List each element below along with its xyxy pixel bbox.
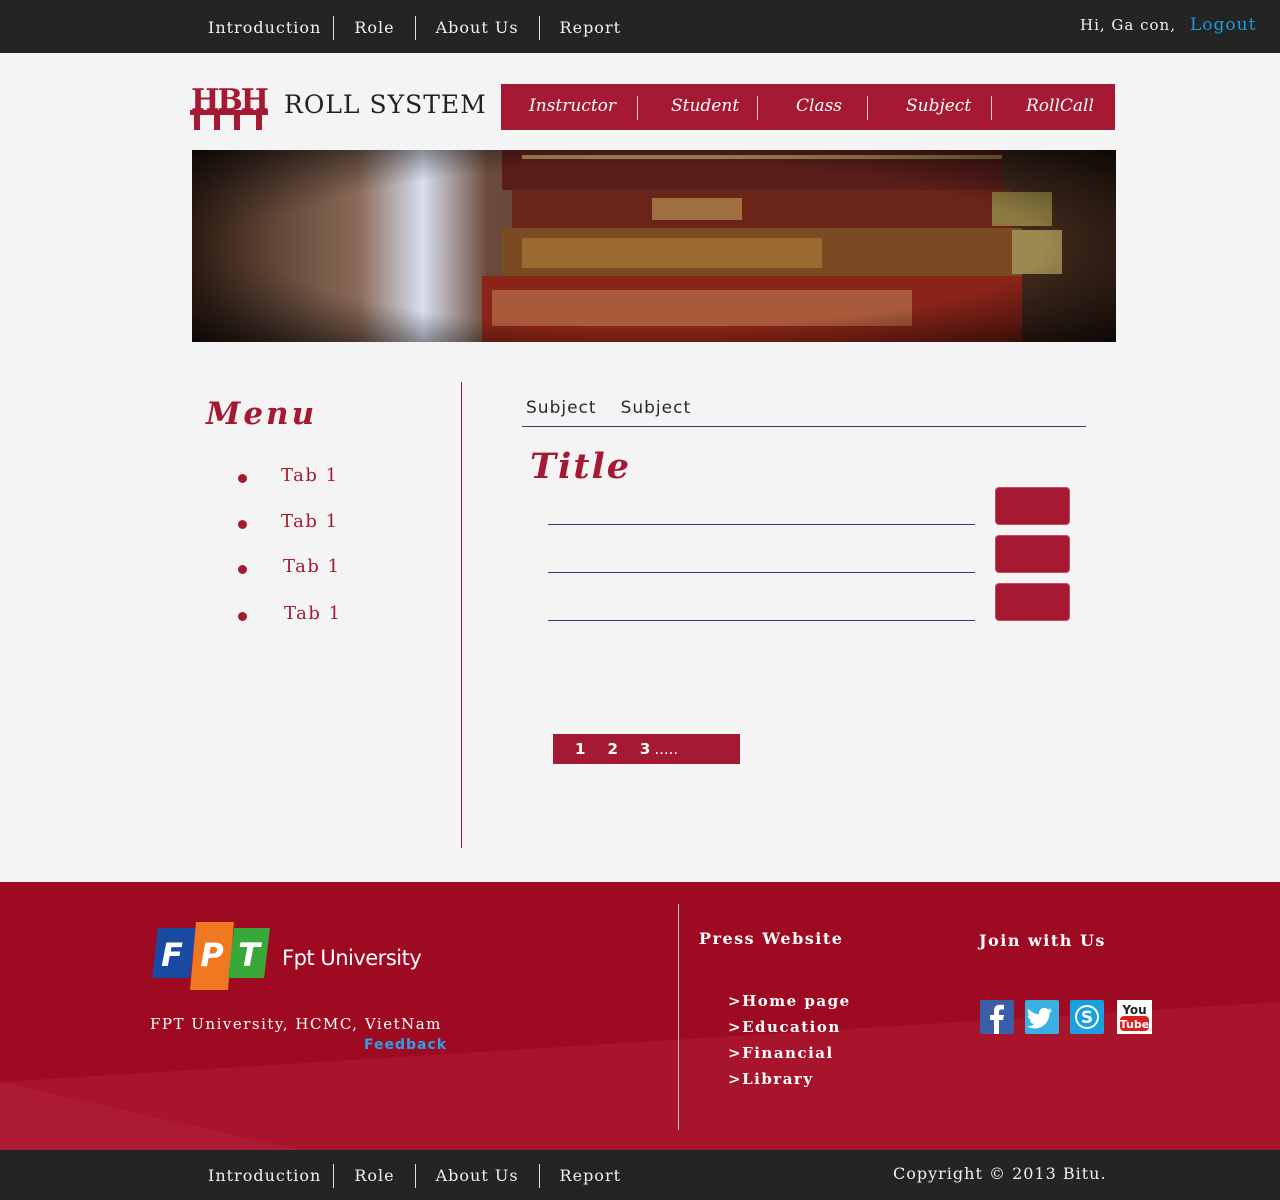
press-link-library[interactable]: >Library bbox=[728, 1070, 814, 1088]
nav-separator bbox=[637, 96, 638, 120]
bottom-nav-report[interactable]: Report bbox=[538, 1164, 641, 1188]
sidebar-item-label: Tab 1 bbox=[284, 603, 342, 624]
nav-rollcall[interactable]: RollCall bbox=[1026, 96, 1094, 116]
nav-separator bbox=[867, 96, 868, 120]
tab-subject-2[interactable]: Subject bbox=[621, 398, 692, 418]
action-button-2[interactable] bbox=[995, 535, 1070, 573]
university-name: Fpt University bbox=[282, 946, 422, 970]
press-link-financial[interactable]: >Financial bbox=[728, 1044, 834, 1062]
youtube-icon[interactable]: You Tube bbox=[1117, 1000, 1152, 1034]
sidebar-item-label: Tab 1 bbox=[281, 465, 339, 486]
content-title: Title bbox=[530, 446, 632, 487]
bullet-icon bbox=[238, 565, 247, 574]
brand-name: ROLL SYSTEM bbox=[284, 90, 487, 119]
bottom-nav: Introduction Role About Us Report bbox=[192, 1164, 641, 1188]
sidebar-item-tab-2[interactable]: Tab 1 bbox=[238, 511, 339, 532]
press-link-education[interactable]: >Education bbox=[728, 1018, 841, 1036]
top-nav-role[interactable]: Role bbox=[333, 16, 414, 40]
top-nav-report[interactable]: Report bbox=[538, 16, 641, 40]
bullet-icon bbox=[238, 520, 247, 529]
pagination: 1 2 3 ..... bbox=[553, 734, 740, 764]
content-tabs: Subject Subject bbox=[526, 398, 691, 418]
sidebar-item-tab-1[interactable]: Tab 1 bbox=[238, 465, 339, 486]
fpt-letter-t: T bbox=[238, 936, 262, 974]
sidebar-divider bbox=[461, 382, 462, 848]
copyright: Copyright © 2013 Bitu. bbox=[893, 1164, 1107, 1183]
join-title: Join with Us bbox=[979, 931, 1106, 950]
nav-separator bbox=[757, 96, 758, 120]
main-nav: Instructor Student Class Subject RollCal… bbox=[501, 84, 1115, 130]
page-1[interactable]: 1 bbox=[575, 740, 585, 758]
twitter-icon[interactable] bbox=[1025, 1000, 1059, 1034]
fpt-logo[interactable]: F P T bbox=[152, 918, 272, 996]
page-more[interactable]: ..... bbox=[654, 740, 678, 758]
address: FPT University, HCMC, VietNam bbox=[150, 1015, 442, 1033]
action-button-1[interactable] bbox=[995, 487, 1070, 525]
page-3[interactable]: 3 bbox=[640, 740, 650, 758]
bullet-icon bbox=[238, 474, 247, 483]
bottom-nav-about-us[interactable]: About Us bbox=[414, 1164, 539, 1188]
facebook-icon[interactable] bbox=[980, 1000, 1014, 1034]
nav-class[interactable]: Class bbox=[796, 96, 842, 116]
footer-divider bbox=[678, 904, 679, 1130]
books-banner bbox=[192, 150, 1116, 342]
user-greeting: Hi, Ga con, bbox=[1080, 16, 1176, 34]
press-website-title: Press Website bbox=[699, 929, 844, 948]
skype-icon[interactable]: S bbox=[1070, 1000, 1104, 1034]
tab-subject-1[interactable]: Subject bbox=[526, 398, 597, 418]
nav-student[interactable]: Student bbox=[671, 96, 739, 116]
feedback-link[interactable]: Feedback bbox=[364, 1037, 447, 1053]
bullet-icon bbox=[238, 612, 247, 621]
sidebar-item-tab-4[interactable]: Tab 1 bbox=[238, 603, 342, 624]
input-field-2[interactable] bbox=[548, 572, 975, 573]
page-2[interactable]: 2 bbox=[607, 740, 617, 758]
tabs-underline bbox=[522, 426, 1086, 427]
press-link-home-page[interactable]: >Home page bbox=[728, 992, 851, 1010]
menu-title: Menu bbox=[206, 396, 318, 432]
nav-separator bbox=[991, 96, 992, 120]
top-nav: Introduction Role About Us Report bbox=[192, 16, 641, 40]
nav-subject[interactable]: Subject bbox=[906, 96, 971, 116]
nav-instructor[interactable]: Instructor bbox=[529, 96, 616, 116]
hbh-logo[interactable]: HBH bbox=[188, 82, 270, 132]
action-button-3[interactable] bbox=[995, 583, 1070, 621]
top-nav-about-us[interactable]: About Us bbox=[414, 16, 539, 40]
youtube-tube: Tube bbox=[1120, 1018, 1149, 1031]
input-field-3[interactable] bbox=[548, 620, 975, 621]
bottom-nav-role[interactable]: Role bbox=[333, 1164, 414, 1188]
top-nav-introduction[interactable]: Introduction bbox=[192, 16, 333, 40]
input-field-1[interactable] bbox=[548, 524, 975, 525]
youtube-you: You bbox=[1121, 1003, 1146, 1017]
fpt-letter-f: F bbox=[161, 936, 183, 974]
fpt-letter-p: P bbox=[200, 936, 224, 974]
logout-link[interactable]: Logout bbox=[1190, 15, 1256, 35]
bottom-nav-introduction[interactable]: Introduction bbox=[192, 1164, 333, 1188]
sidebar-item-tab-3[interactable]: Tab 1 bbox=[238, 556, 341, 577]
sidebar-item-label: Tab 1 bbox=[281, 511, 339, 532]
sidebar-item-label: Tab 1 bbox=[283, 556, 341, 577]
skype-letter: S bbox=[1081, 1008, 1093, 1028]
